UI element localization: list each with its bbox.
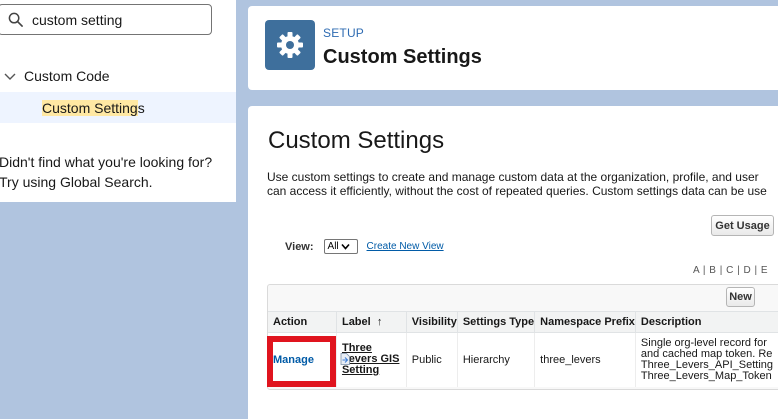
search-match-highlight: Custom Setting [42,100,138,116]
alpha-filter[interactable]: A | B | C | D | E [693,265,768,276]
visibility-cell: Public [406,332,458,387]
chevron-down-icon[interactable] [4,70,16,82]
tree-item-label[interactable]: Custom Settings [42,100,145,116]
page-heading: Custom Settings [268,127,445,154]
sort-ascending-icon: ↑ [376,316,383,328]
view-select[interactable]: All [323,239,358,254]
new-button[interactable]: New [726,287,755,307]
quick-find-panel: Custom Code Custom Settings Didn't find … [0,0,236,202]
view-select-value: All [327,241,339,252]
action-cell: Manage [268,332,350,387]
table-header-row: Action Label ↑ Visibility Settings Type … [268,311,778,333]
column-header-namespace-prefix[interactable]: Namespace Prefix [534,311,636,333]
setting-label-link[interactable]: Three Levers GIS Setting [342,343,402,376]
page-title: Custom Settings [323,46,482,68]
column-header-settings-type[interactable]: Settings Type [457,311,536,333]
tree-item-custom-settings[interactable]: Custom Settings [0,92,236,123]
get-usage-button[interactable]: Get Usage [711,215,774,236]
view-filter: View: All Create New View [285,239,444,254]
page-description: Use custom settings to create and manage… [267,170,778,198]
quick-find-search[interactable] [0,4,212,35]
quick-find-input[interactable] [32,10,202,30]
gear-icon [277,32,303,58]
table-row: Manage Three Levers GIS Setting Public H… [268,332,778,387]
create-new-view-link[interactable]: Create New View [367,241,444,252]
document-icon [340,353,350,365]
description-line: can access it efficiently, without the c… [267,184,767,198]
not-found-message: Didn't find what you're looking for? Try… [0,154,213,190]
search-icon [8,12,23,27]
column-header-label-text: Label [341,316,371,328]
manage-link[interactable]: Manage [273,354,314,366]
view-label: View: [285,240,314,253]
tree-item-custom-code[interactable]: Custom Code [0,62,236,90]
header-kicker: SETUP [323,26,365,40]
tree-item-label: Custom Code [24,68,110,84]
column-header-action: Action [268,311,337,333]
column-header-visibility[interactable]: Visibility [406,311,458,333]
setup-icon-badge [265,20,315,70]
description-line: Use custom settings to create and manage… [267,170,759,184]
description-cell: Single org-level record for and cached m… [635,332,778,387]
column-header-label[interactable]: Label ↑ [336,311,407,333]
column-header-description[interactable]: Description [635,311,778,333]
tree-item-label-rest: s [137,100,145,116]
description-line: Three_Levers_Map_Token [640,369,772,382]
custom-settings-table: Action Label ↑ Visibility Settings Type … [268,311,778,387]
chevron-down-icon [341,243,350,250]
main-content: Custom Settings Use custom settings to c… [248,106,778,419]
page-header: SETUP Custom Settings [248,6,778,90]
namespace-prefix-cell: three_levers [534,332,636,387]
settings-type-cell: Hierarchy [457,332,536,387]
